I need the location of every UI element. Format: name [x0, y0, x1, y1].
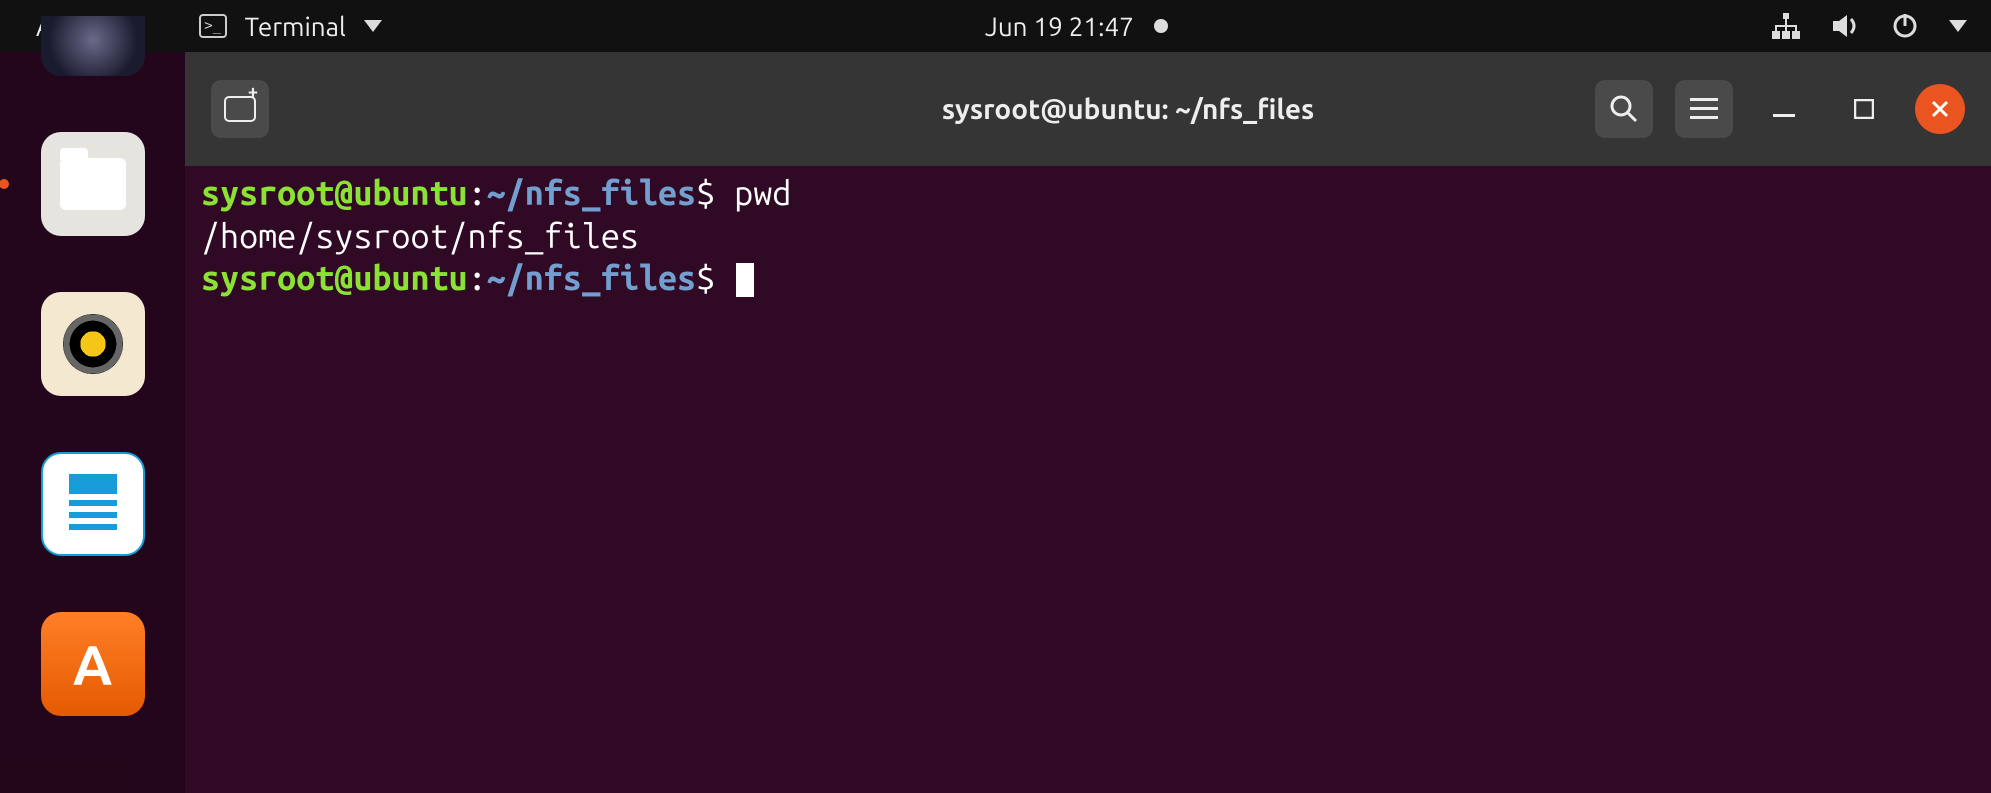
system-menu-chevron-icon[interactable] — [1949, 20, 1967, 32]
chevron-down-icon — [364, 20, 382, 32]
dock: A — [0, 52, 185, 793]
hamburger-menu-button[interactable] — [1675, 80, 1733, 138]
notification-dot-icon — [1154, 19, 1168, 33]
command-text: pwd — [734, 174, 791, 212]
hamburger-icon — [1690, 98, 1718, 120]
new-tab-icon — [224, 96, 256, 122]
minimize-icon — [1773, 98, 1795, 120]
dock-running-indicator — [0, 179, 9, 189]
maximize-icon — [1854, 99, 1874, 119]
terminal-line: sysroot@ubuntu:~/nfs_files$ pwd — [201, 172, 1975, 215]
dock-item-ubuntu-software[interactable]: A — [41, 612, 145, 716]
terminal-app-icon: >_ — [199, 14, 227, 38]
window-title: sysroot@ubuntu: ~/nfs_files — [942, 94, 1314, 125]
terminal-line: sysroot@ubuntu:~/nfs_files$ — [201, 257, 1975, 300]
prompt-user-host: sysroot@ubuntu — [201, 259, 468, 297]
dock-item-rhythmbox[interactable] — [41, 292, 145, 396]
window-titlebar: sysroot@ubuntu: ~/nfs_files — [185, 52, 1991, 166]
clock[interactable]: Jun 19 21:47 — [985, 12, 1134, 41]
gnome-top-bar: Activities >_ Terminal Jun 19 21:47 — [0, 0, 1991, 52]
prompt-path: ~/nfs_files — [487, 259, 696, 297]
shopping-bag-icon: A — [73, 633, 112, 696]
dock-item-files[interactable] — [41, 132, 145, 236]
close-icon — [1930, 99, 1950, 119]
prompt-user-host: sysroot@ubuntu — [201, 174, 468, 212]
terminal-body[interactable]: sysroot@ubuntu:~/nfs_files$ pwd/home/sys… — [185, 166, 1991, 793]
dock-item-libreoffice-writer[interactable] — [41, 452, 145, 556]
prompt-path: ~/nfs_files — [487, 174, 696, 212]
app-menu[interactable]: >_ Terminal — [199, 12, 382, 41]
terminal-window: sysroot@ubuntu: ~/nfs_files sysroot@ubun… — [185, 52, 1991, 793]
search-button[interactable] — [1595, 80, 1653, 138]
document-icon — [63, 468, 123, 540]
close-button[interactable] — [1915, 84, 1965, 134]
power-icon[interactable] — [1891, 12, 1919, 40]
new-tab-button[interactable] — [211, 80, 269, 138]
minimize-button[interactable] — [1755, 80, 1813, 138]
volume-icon[interactable] — [1831, 13, 1861, 39]
speaker-icon — [63, 314, 123, 374]
dock-item-firefox[interactable] — [41, 16, 145, 76]
cursor — [736, 263, 754, 297]
network-icon[interactable] — [1771, 13, 1801, 39]
search-icon — [1609, 94, 1639, 124]
app-menu-label: Terminal — [245, 12, 346, 41]
terminal-output: /home/sysroot/nfs_files — [201, 215, 1975, 258]
folder-icon — [60, 158, 126, 210]
maximize-button[interactable] — [1835, 80, 1893, 138]
